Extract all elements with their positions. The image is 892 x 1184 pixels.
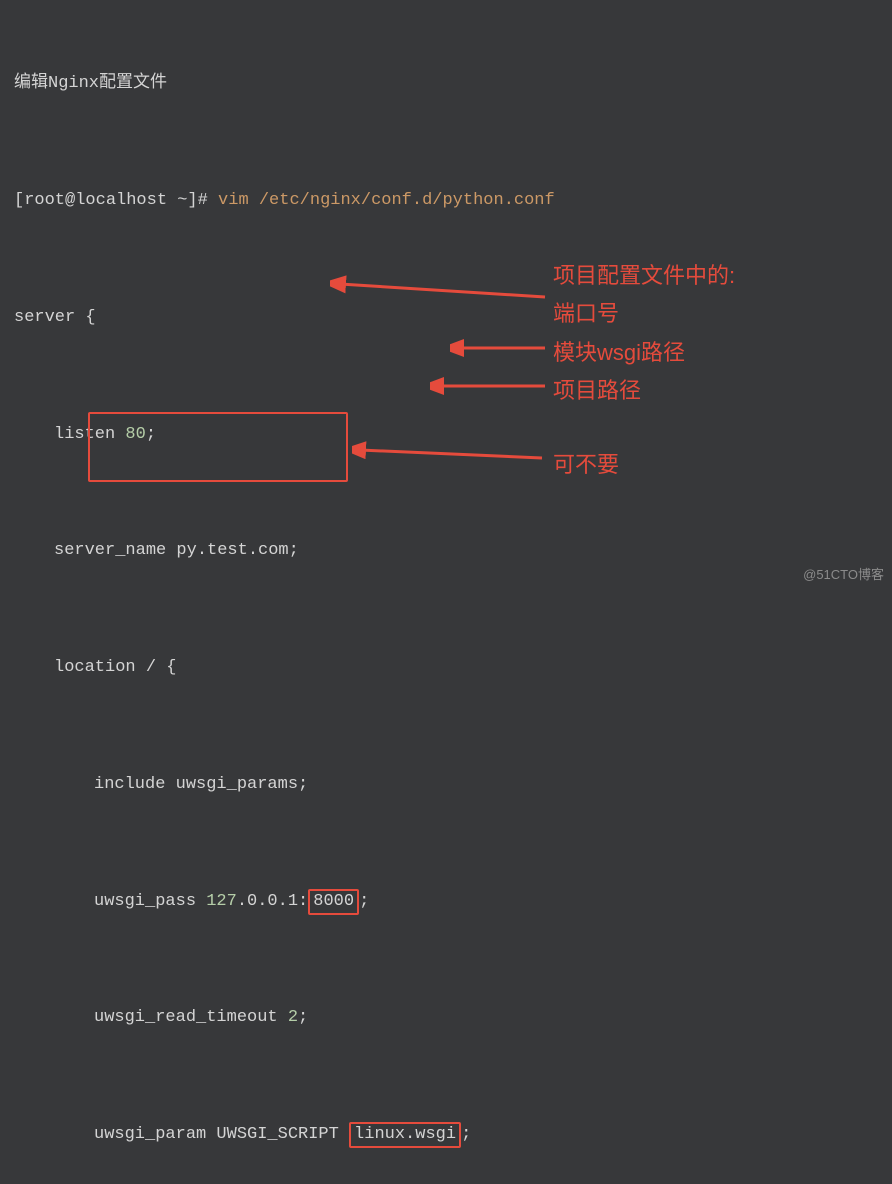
- location-open: location / {: [14, 654, 878, 681]
- uwsgi-read-key: uwsgi_read_timeout: [94, 1008, 288, 1027]
- prompt-user: [root@localhost ~]#: [14, 191, 208, 210]
- annotation-port-2: 端口号: [553, 296, 619, 331]
- uwsgi-pass-line: uwsgi_pass 127.0.0.1:8000;: [14, 888, 878, 915]
- title-text: 编辑Nginx配置文件: [14, 70, 878, 97]
- script-box: linux.wsgi: [349, 1122, 461, 1148]
- ip-seg: 127: [206, 892, 237, 911]
- server-name-line: server_name py.test.com;: [14, 537, 878, 564]
- listen-port: 80: [125, 425, 145, 444]
- uwsgi-script-key: uwsgi_param UWSGI_SCRIPT: [94, 1125, 349, 1144]
- annotation-path: 项目路径: [553, 373, 641, 408]
- prompt-line: [root@localhost ~]# vim /etc/nginx/conf.…: [14, 187, 878, 214]
- annotation-wsgi: 模块wsgi路径: [553, 335, 685, 370]
- uwsgi-pass-key: uwsgi_pass: [94, 892, 206, 911]
- include-line: include uwsgi_params;: [14, 771, 878, 798]
- port-box: 8000: [308, 889, 359, 915]
- listen-keyword: listen: [54, 425, 125, 444]
- uwsgi-read-line: uwsgi_read_timeout 2;: [14, 1004, 878, 1031]
- uwsgi-script-line: uwsgi_param UWSGI_SCRIPT linux.wsgi;: [14, 1121, 878, 1148]
- code-block: 编辑Nginx配置文件 [root@localhost ~]# vim /etc…: [0, 0, 892, 1184]
- annotation-port-1: 项目配置文件中的:: [553, 258, 735, 293]
- command-text: vim /etc/nginx/conf.d/python.conf: [218, 191, 555, 210]
- annotation-optional: 可不要: [553, 447, 619, 482]
- watermark: @51CTO博客: [803, 565, 884, 586]
- uwsgi-read-val: 2: [288, 1008, 298, 1027]
- listen-line: listen 80;: [14, 421, 878, 448]
- ip-rest: .0.0.1:: [237, 892, 308, 911]
- server-open: server {: [14, 304, 878, 331]
